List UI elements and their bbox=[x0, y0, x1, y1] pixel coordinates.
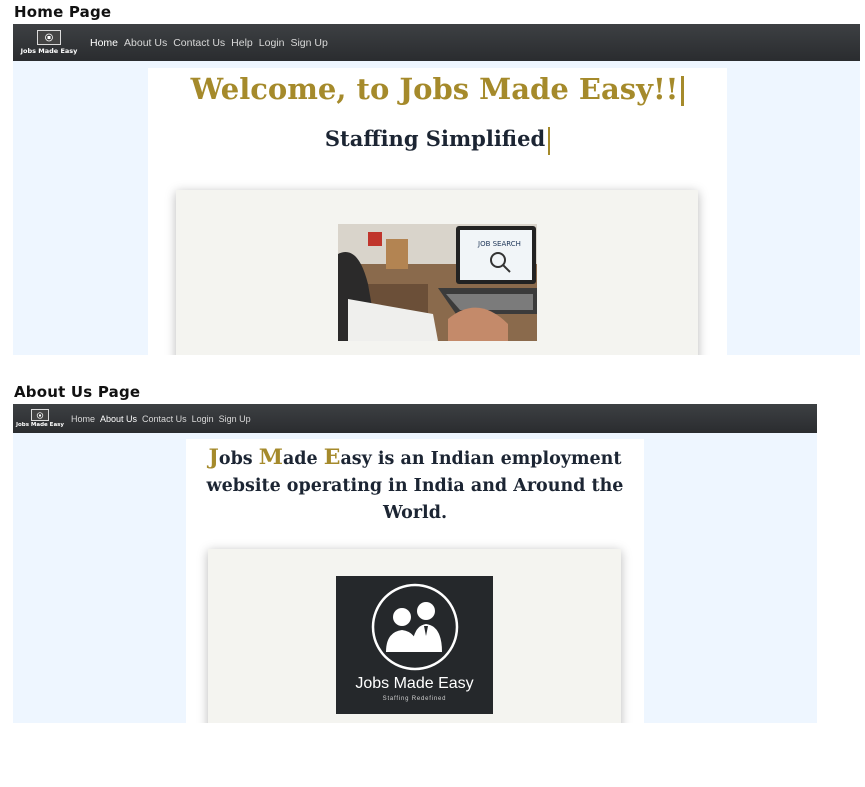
company-logo: Jobs Made Easy Staffing Redefined bbox=[336, 576, 493, 714]
home-content-panel: Welcome, to Jobs Made Easy!! Staffing Si… bbox=[148, 68, 727, 355]
nav-login[interactable]: Login bbox=[259, 37, 285, 49]
home-tagline: Staffing Simplified bbox=[324, 126, 546, 151]
nav-contact-us[interactable]: Contact Us bbox=[142, 414, 187, 424]
about-intro: Jobs Made Easy is an Indian employment w… bbox=[194, 444, 636, 527]
photo-screen-text: JOB SEARCH bbox=[477, 240, 521, 248]
job-search-photo: JOB SEARCH bbox=[338, 224, 537, 341]
about-content-panel: Jobs Made Easy is an Indian employment w… bbox=[186, 439, 644, 723]
typing-cursor bbox=[681, 76, 685, 106]
about-logo-card: Jobs Made Easy Staffing Redefined bbox=[208, 549, 621, 723]
nav-home[interactable]: Home bbox=[71, 414, 95, 424]
nav-help[interactable]: Help bbox=[231, 37, 253, 49]
about-nav-links: Home About Us Contact Us Login Sign Up bbox=[71, 414, 251, 424]
home-page-frame: Jobs Made Easy Home About Us Contact Us … bbox=[13, 24, 860, 355]
home-nav-links: Home About Us Contact Us Help Login Sign… bbox=[90, 37, 328, 49]
home-headline: Welcome, to Jobs Made Easy!! bbox=[190, 72, 679, 106]
home-brand[interactable]: Jobs Made Easy bbox=[16, 30, 82, 55]
nav-about-us[interactable]: About Us bbox=[100, 414, 137, 424]
brand-name: Jobs Made Easy bbox=[20, 47, 78, 55]
home-headline-wrap: Welcome, to Jobs Made Easy!! bbox=[148, 72, 727, 106]
nav-login[interactable]: Login bbox=[192, 414, 214, 424]
about-section-title: About Us Page bbox=[14, 383, 141, 401]
home-section-title: Home Page bbox=[14, 3, 112, 21]
initial-e: E bbox=[323, 444, 341, 470]
people-icon bbox=[371, 583, 459, 671]
home-tagline-wrap: Staffing Simplified bbox=[148, 126, 727, 155]
about-brand[interactable]: Jobs Made Easy bbox=[15, 409, 65, 428]
home-image-card: JOB SEARCH bbox=[176, 190, 698, 355]
brand-logo-icon bbox=[37, 30, 61, 45]
nav-home[interactable]: Home bbox=[90, 37, 118, 49]
intro-word-made: ade bbox=[282, 449, 324, 469]
nav-about-us[interactable]: About Us bbox=[124, 37, 167, 49]
nav-sign-up[interactable]: Sign Up bbox=[290, 37, 327, 49]
initial-m: M bbox=[258, 444, 283, 470]
logo-title: Jobs Made Easy bbox=[355, 675, 474, 692]
brand-logo-icon bbox=[31, 409, 49, 421]
about-page-frame: Jobs Made Easy Home About Us Contact Us … bbox=[13, 404, 817, 723]
nav-sign-up[interactable]: Sign Up bbox=[219, 414, 251, 424]
brand-name: Jobs Made Easy bbox=[15, 422, 65, 428]
logo-subtitle: Staffing Redefined bbox=[382, 696, 447, 702]
intro-word-easy: asy bbox=[340, 449, 372, 469]
intro-word-jobs: obs bbox=[218, 449, 259, 469]
nav-contact-us[interactable]: Contact Us bbox=[173, 37, 225, 49]
typing-cursor bbox=[548, 126, 551, 155]
initial-j: J bbox=[208, 444, 219, 470]
home-navbar: Jobs Made Easy Home About Us Contact Us … bbox=[13, 24, 860, 61]
about-navbar: Jobs Made Easy Home About Us Contact Us … bbox=[13, 404, 817, 433]
